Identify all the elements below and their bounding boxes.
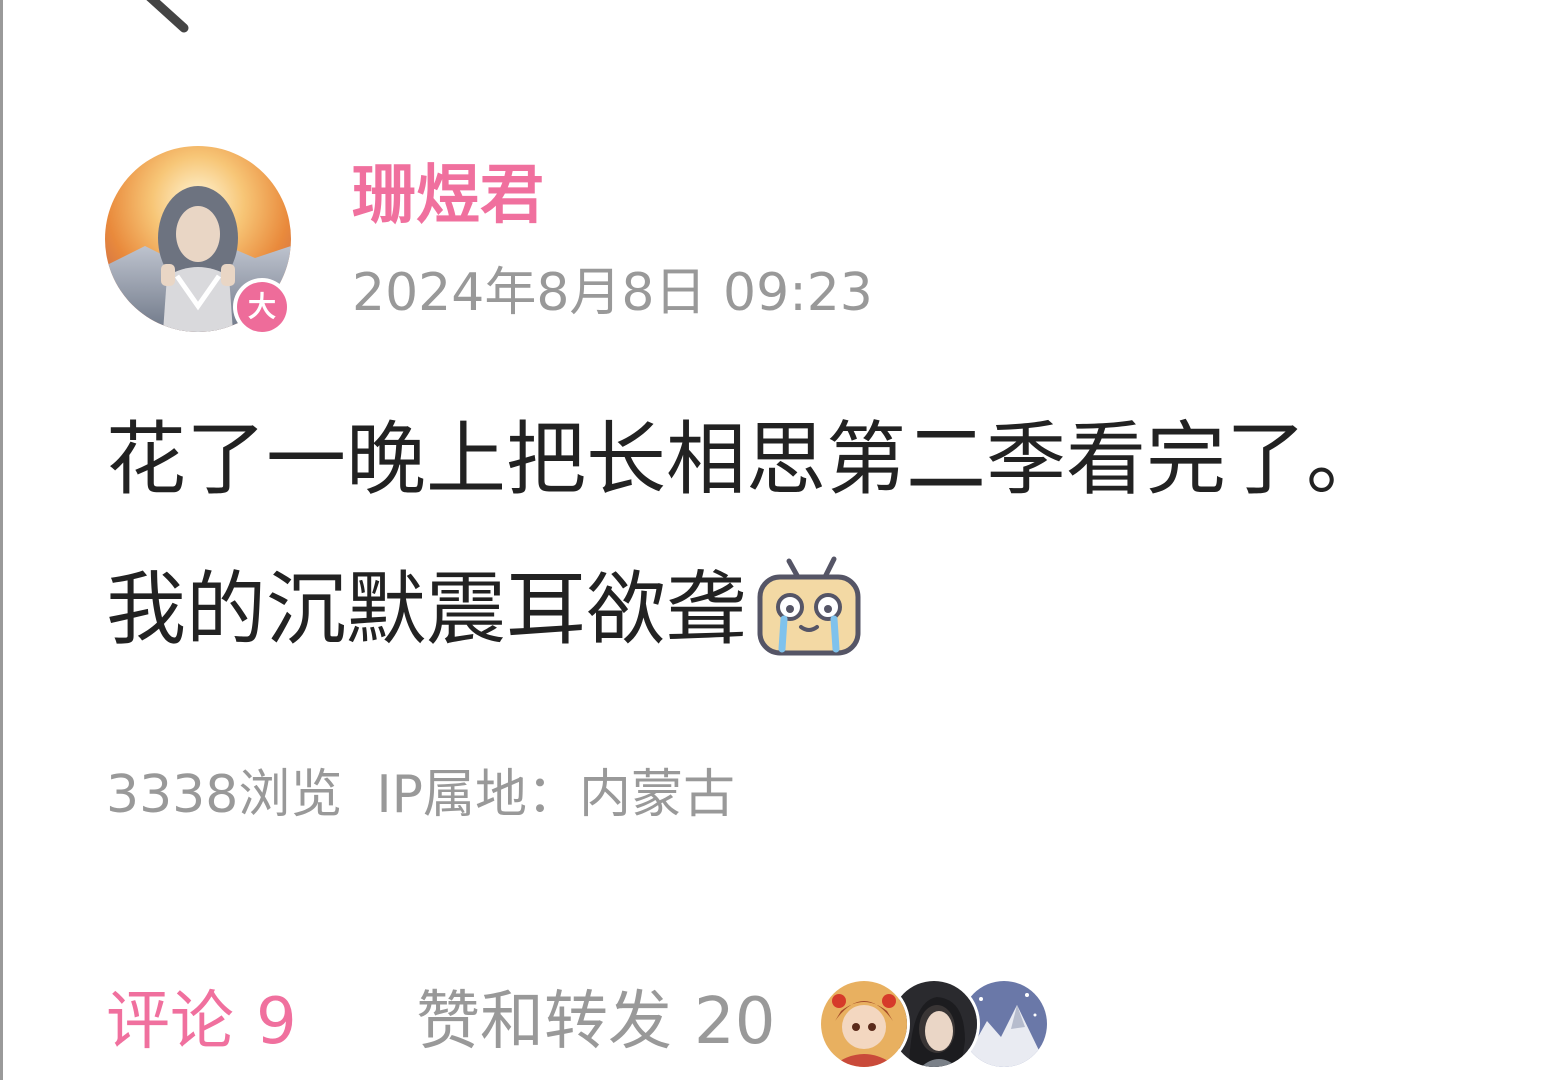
post-detail-page: 大 珊煜君 2024年8月8日 09:23 花了一晚上把长相思第二季看完了。 我… (0, 0, 1558, 1080)
tab-likes-label: 赞和转发 (416, 985, 672, 1059)
post-meta: 3338浏览 IP属地：内蒙古 (106, 762, 735, 828)
tab-comments-label: 评论 (106, 985, 234, 1059)
author-name[interactable]: 珊煜君 (352, 158, 544, 234)
verified-badge: 大 (233, 278, 291, 336)
post-text-line-2-content: 我的沉默震耳欲聋 (106, 563, 746, 656)
ip-location: IP属地：内蒙古 (376, 765, 736, 825)
post-text-line-2: 我的沉默震耳欲聋 (106, 556, 864, 663)
left-edge-divider (0, 0, 3, 1080)
tab-likes-reposts[interactable]: 赞和转发 20 (416, 982, 775, 1062)
back-arrow-icon (146, 0, 189, 33)
crying-tv-emoji-icon (754, 553, 864, 663)
tab-comments[interactable]: 评论 9 (106, 982, 297, 1062)
tab-comments-count: 9 (256, 985, 297, 1059)
post-text-line-1: 花了一晚上把长相思第二季看完了。 (106, 413, 1386, 506)
back-button[interactable] (130, 0, 210, 40)
liker-avatar (818, 978, 910, 1070)
tab-likes-count: 20 (694, 985, 776, 1059)
post-timestamp: 2024年8月8日 09:23 (352, 263, 873, 323)
verified-badge-label: 大 (237, 282, 287, 332)
view-count: 3338浏览 (106, 765, 343, 825)
